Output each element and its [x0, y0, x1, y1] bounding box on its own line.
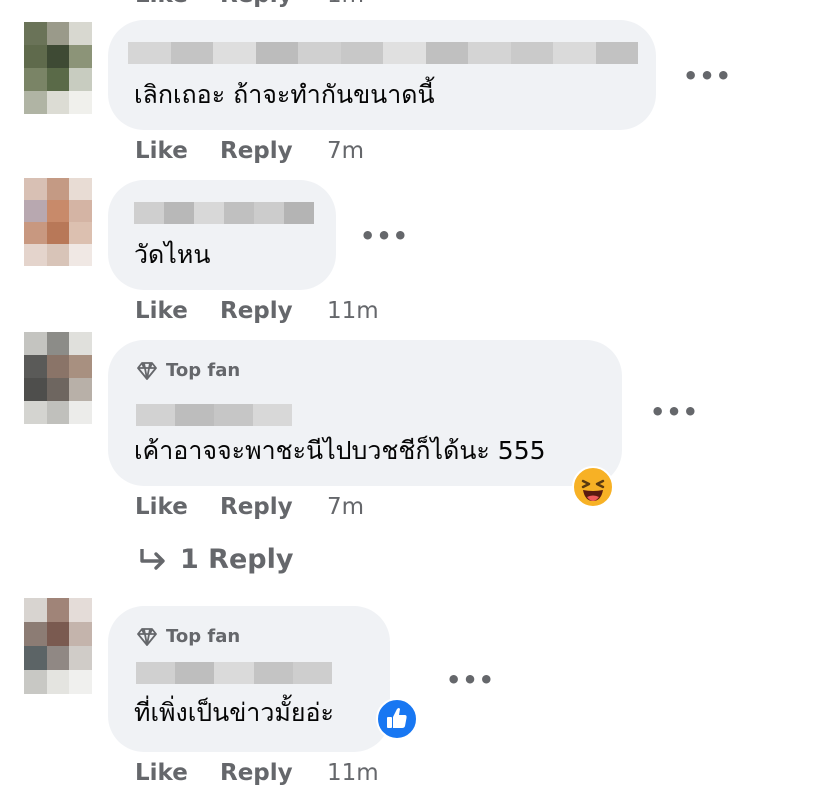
- avatar[interactable]: [24, 598, 92, 694]
- top-fan-badge: Top fan: [136, 626, 240, 647]
- avatar[interactable]: [24, 22, 92, 114]
- comment-text: ที่เพิ่งเป็นข่าวมั้ยอ่ะ: [134, 698, 334, 727]
- like-button[interactable]: Like: [135, 298, 188, 324]
- comment-bubble: วัดไหน: [108, 180, 336, 290]
- top-fan-badge: Top fan: [136, 360, 240, 381]
- timestamp[interactable]: 7m: [327, 494, 364, 520]
- comment-bubble: Top fan ที่เพิ่งเป็นข่าวมั้ยอ่ะ: [108, 606, 390, 752]
- haha-icon[interactable]: [572, 466, 614, 508]
- timestamp[interactable]: 11m: [327, 760, 379, 786]
- reply-button[interactable]: Reply: [220, 298, 293, 324]
- like-button[interactable]: Like: [135, 494, 188, 520]
- like-icon[interactable]: [376, 698, 418, 740]
- timestamp[interactable]: 7m: [327, 138, 364, 164]
- more-options-icon[interactable]: •••: [683, 62, 732, 90]
- more-options-icon[interactable]: •••: [446, 666, 495, 694]
- more-options-icon[interactable]: •••: [650, 398, 699, 426]
- view-replies-label[interactable]: 1 Reply: [180, 544, 293, 575]
- view-replies-link[interactable]: 1 Reply: [138, 544, 293, 575]
- top-fan-label: Top fan: [166, 360, 241, 381]
- avatar[interactable]: [24, 178, 92, 266]
- more-options-icon[interactable]: •••: [360, 222, 409, 250]
- timestamp[interactable]: 11m: [327, 298, 379, 324]
- laughing-face-icon: [581, 479, 605, 501]
- comment-text: เค้าอาจจะพาชะนีไปบวชชีก็ได้นะ 555: [134, 436, 546, 465]
- avatar[interactable]: [24, 332, 92, 424]
- reply-arrow-icon: [140, 548, 165, 570]
- comment-text: เลิกเถอะ ถ้าจะทำกันขนาดนี้: [134, 80, 435, 109]
- author-name[interactable]: [128, 42, 638, 64]
- comment-bubble: Top fan เค้าอาจจะพาชะนีไปบวชชีก็ได้นะ 55…: [108, 340, 622, 486]
- like-button[interactable]: Like: [135, 138, 188, 164]
- diamond-icon: [137, 627, 157, 646]
- diamond-icon: [137, 361, 157, 380]
- reply-button[interactable]: Reply: [220, 138, 293, 164]
- author-name[interactable]: [136, 662, 332, 684]
- reply-button[interactable]: Reply: [220, 494, 293, 520]
- thumbs-up-icon: [387, 708, 407, 728]
- like-button[interactable]: Like: [135, 760, 188, 786]
- top-fan-label: Top fan: [166, 626, 241, 647]
- comment-bubble: เลิกเถอะ ถ้าจะทำกันขนาดนี้: [108, 20, 656, 130]
- author-name[interactable]: [136, 404, 292, 426]
- reply-button[interactable]: Reply: [220, 760, 293, 786]
- author-name[interactable]: [134, 202, 314, 224]
- comment-text: วัดไหน: [134, 240, 211, 269]
